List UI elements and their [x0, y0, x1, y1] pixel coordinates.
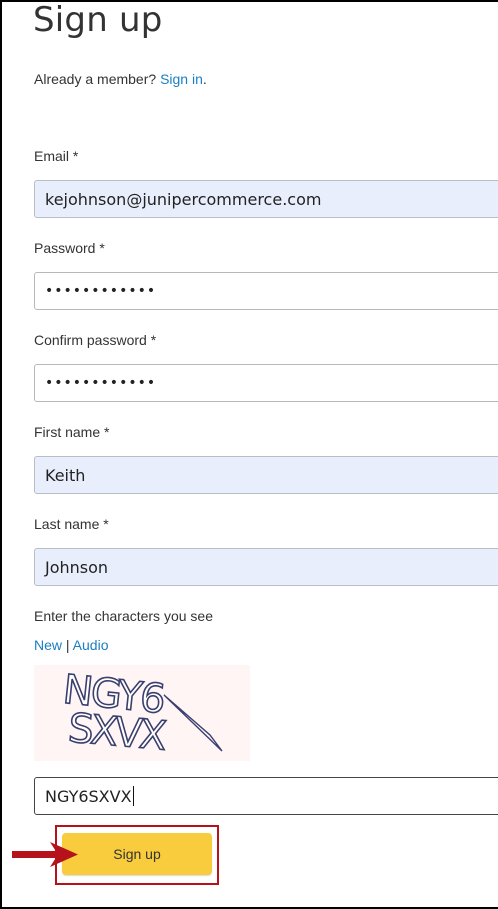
member-prompt: Already a member? Sign in. [34, 71, 207, 87]
last-name-value: Johnson [45, 557, 109, 577]
password-value: •••••••••••• [45, 283, 157, 299]
captcha-input-value: NGY6SXVX [45, 786, 132, 806]
captcha-new-link[interactable]: New [34, 637, 62, 653]
captcha-separator: | [65, 637, 70, 653]
password-field[interactable]: •••••••••••• [34, 272, 498, 310]
member-prompt-text: Already a member? [34, 71, 157, 87]
first-name-value: Keith [45, 465, 86, 485]
pointer-arrow-icon [12, 842, 78, 867]
password-label: Password * [34, 240, 105, 256]
captcha-image-line2: SXVX [66, 705, 168, 759]
page-title: Sign up [33, 0, 163, 40]
confirm-password-label: Confirm password * [34, 332, 157, 348]
page-frame [0, 0, 498, 909]
captcha-input[interactable]: NGY6SXVX [34, 777, 498, 815]
first-name-label: First name * [34, 424, 110, 440]
email-value: kejohnson@junipercommerce.com [45, 189, 322, 209]
sign-in-link[interactable]: Sign in [160, 71, 203, 87]
captcha-audio-link[interactable]: Audio [73, 637, 109, 653]
email-label: Email * [34, 148, 79, 164]
sign-up-button[interactable]: Sign up [62, 833, 212, 875]
confirm-password-field[interactable]: •••••••••••• [34, 364, 498, 402]
confirm-password-value: •••••••••••• [45, 375, 157, 391]
last-name-label: Last name * [34, 516, 109, 532]
captcha-image: NGY6 SXVX [34, 665, 250, 761]
email-field[interactable]: kejohnson@junipercommerce.com [34, 180, 498, 218]
first-name-field[interactable]: Keith [34, 456, 498, 494]
last-name-field[interactable]: Johnson [34, 548, 498, 586]
captcha-links: New | Audio [34, 637, 108, 653]
member-period: . [202, 71, 207, 87]
captcha-noise-line [163, 694, 223, 752]
text-cursor [132, 786, 134, 806]
captcha-instruction: Enter the characters you see [34, 608, 213, 624]
